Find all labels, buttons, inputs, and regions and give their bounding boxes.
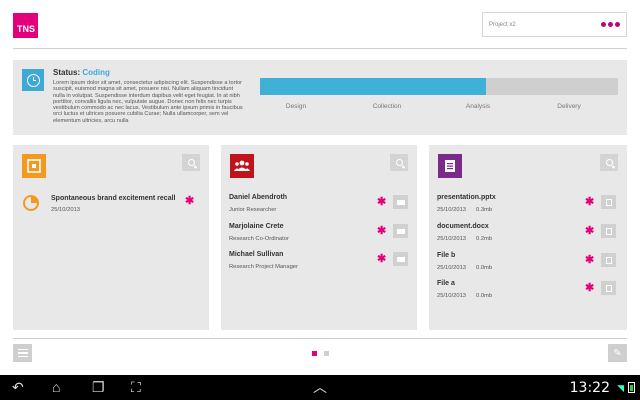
file-icon <box>605 284 612 292</box>
page-dot[interactable] <box>324 351 329 356</box>
zoom-icon <box>187 159 195 166</box>
document-icon <box>438 154 462 178</box>
file-date: 25/10/2013 <box>437 265 467 271</box>
open-file-button[interactable] <box>601 195 616 209</box>
project-progress-bar <box>260 78 618 95</box>
team-card: Daniel Abendroth Junior Researcher ✱ Mar… <box>221 145 417 330</box>
open-file-button[interactable] <box>601 224 616 238</box>
menu-button[interactable] <box>13 344 32 362</box>
favorite-star-icon[interactable]: ✱ <box>585 226 594 237</box>
favorite-star-icon[interactable]: ✱ <box>585 197 594 208</box>
file-name: File a <box>437 280 455 287</box>
settings-wrench-button[interactable]: ✎ <box>608 344 627 362</box>
report-date: 25/10/2013 <box>51 207 81 213</box>
member-name: Michael Sullivan <box>229 251 284 258</box>
tns-logo: TNS <box>13 13 38 38</box>
status-description: Lorem ipsum dolor sit amet, consectetur … <box>53 80 243 124</box>
stage-collection: Collection <box>372 103 402 110</box>
project-selector[interactable]: Project x2 <box>482 12 627 37</box>
stage-delivery: Delivery <box>557 103 581 110</box>
reports-card: Spontaneous brand excitement recall 25/1… <box>13 145 209 330</box>
battery-icon <box>628 382 635 393</box>
report-title: Spontaneous brand excitement recall <box>51 195 176 202</box>
favorite-star-icon[interactable]: ✱ <box>185 196 194 207</box>
status-panel: Status: Coding Lorem ipsum dolor sit ame… <box>13 60 627 135</box>
status-label: Status: <box>53 68 81 77</box>
favorite-star-icon[interactable]: ✱ <box>585 283 594 294</box>
clock-icon <box>22 69 44 91</box>
status-value: Coding <box>82 68 110 77</box>
file-date: 25/10/2013 <box>437 207 467 213</box>
page-dot[interactable] <box>312 351 317 356</box>
file-size: 0.3mb <box>476 207 493 213</box>
people-icon <box>230 154 254 178</box>
file-name: presentation.pptx <box>437 194 496 201</box>
file-icon <box>605 198 612 206</box>
wifi-icon: ◥ <box>617 383 624 393</box>
file-date: 25/10/2013 <box>437 236 467 242</box>
member-role: Junior Researcher <box>229 207 277 213</box>
back-icon[interactable]: ↶ <box>12 379 24 396</box>
open-file-button[interactable] <box>601 281 616 295</box>
envelope-icon <box>396 199 405 205</box>
member-role: Research Project Manager <box>229 264 298 270</box>
file-icon <box>605 227 612 235</box>
member-role: Research Co-Ordinator <box>229 236 289 242</box>
stage-design: Design <box>285 103 307 110</box>
member-name: Daniel Abendroth <box>229 194 288 201</box>
envelope-icon <box>396 228 405 234</box>
file-size: 0.0mb <box>476 293 493 299</box>
file-date: 25/10/2013 <box>437 293 467 299</box>
stage-analysis: Analysis <box>465 103 491 110</box>
reports-zoom-button[interactable] <box>182 154 200 171</box>
files-card: presentation.pptx 25/10/2013 0.3mb ✱ doc… <box>429 145 627 330</box>
footer-divider <box>13 338 627 339</box>
system-clock: 13:22 <box>569 380 610 396</box>
file-size: 0.2mb <box>476 236 493 242</box>
email-button[interactable] <box>393 195 408 209</box>
open-file-button[interactable] <box>601 253 616 267</box>
files-zoom-button[interactable] <box>600 154 618 171</box>
favorite-star-icon[interactable]: ✱ <box>377 254 386 265</box>
favorite-star-icon[interactable]: ✱ <box>585 255 594 266</box>
email-button[interactable] <box>393 224 408 238</box>
file-name: File b <box>437 252 456 259</box>
chevron-up-icon[interactable]: ︿ <box>313 379 327 396</box>
email-button[interactable] <box>393 252 408 266</box>
chart-icon <box>22 154 46 178</box>
system-navigation-bar: ↶ ⌂ ❐ ⛶ ︿ 13:22 ◥ <box>0 375 640 400</box>
envelope-icon <box>396 256 405 262</box>
file-icon <box>605 256 612 264</box>
favorite-star-icon[interactable]: ✱ <box>377 226 386 237</box>
team-zoom-button[interactable] <box>390 154 408 171</box>
favorite-star-icon[interactable]: ✱ <box>377 197 386 208</box>
file-size: 0.0mb <box>476 265 493 271</box>
status-title: Status: Coding <box>53 68 110 77</box>
page-indicator <box>312 351 329 356</box>
recent-apps-icon[interactable]: ❐ <box>92 379 105 396</box>
member-name: Marjolaine Crete <box>229 223 284 230</box>
project-name: Project x2 <box>489 21 516 28</box>
progress-fill <box>260 78 486 95</box>
wrench-icon: ✎ <box>613 347 622 359</box>
more-options-icon[interactable] <box>601 22 620 27</box>
zoom-icon <box>395 159 403 166</box>
logo-text: TNS <box>17 24 35 34</box>
pie-chart-icon <box>22 194 40 217</box>
file-name: document.docx <box>437 223 489 230</box>
home-icon[interactable]: ⌂ <box>52 379 60 396</box>
header-divider <box>13 48 627 49</box>
screenshot-icon[interactable]: ⛶ <box>131 379 141 396</box>
zoom-icon <box>605 159 613 166</box>
